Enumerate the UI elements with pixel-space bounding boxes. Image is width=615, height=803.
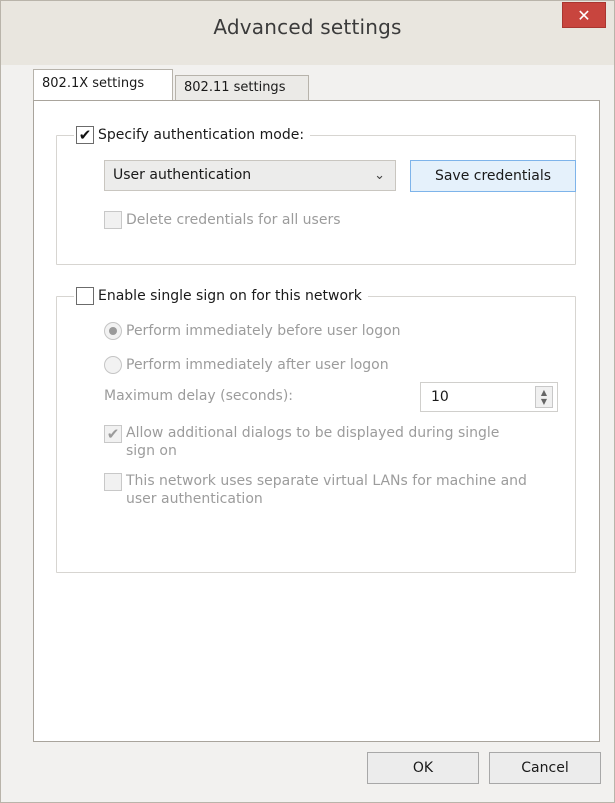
separate-vlans-row: This network uses separate virtual LANs … <box>104 472 544 508</box>
enable-sso-row[interactable]: Enable single sign on for this network <box>74 284 368 308</box>
save-credentials-button[interactable]: Save credentials <box>410 160 576 192</box>
before-logon-radio <box>104 322 122 340</box>
authentication-group <box>56 135 576 265</box>
allow-dialogs-label: Allow additional dialogs to be displayed… <box>126 425 500 459</box>
advanced-settings-dialog: Advanced settings ✕ 802.1X settings 802.… <box>0 0 615 803</box>
check-icon: ✔ <box>106 424 120 443</box>
tab-panel: ✔ Specify authentication mode: User auth… <box>33 100 600 742</box>
allow-dialogs-checkbox: ✔ <box>104 425 122 443</box>
before-logon-label: Perform immediately before user logon <box>126 323 401 339</box>
allow-dialogs-row: ✔ Allow additional dialogs to be display… <box>104 424 524 460</box>
enable-sso-label: Enable single sign on for this network <box>98 288 362 304</box>
specify-auth-mode-label: Specify authentication mode: <box>98 127 305 143</box>
after-logon-label: Perform immediately after user logon <box>126 357 389 373</box>
specify-auth-mode-checkbox[interactable]: ✔ <box>76 126 94 144</box>
delete-credentials-label: Delete credentials for all users <box>126 212 341 228</box>
specify-auth-mode-row[interactable]: ✔ Specify authentication mode: <box>74 123 311 147</box>
spinner-arrows-icon: ▲ ▼ <box>535 386 553 408</box>
auth-mode-value: User authentication <box>113 167 252 183</box>
separate-vlans-checkbox <box>104 473 122 491</box>
delete-credentials-row: Delete credentials for all users <box>104 211 341 229</box>
check-icon: ✔ <box>78 125 92 144</box>
max-delay-label-row: Maximum delay (seconds): <box>104 388 293 404</box>
max-delay-value: 10 <box>431 389 449 405</box>
close-button[interactable]: ✕ <box>562 2 606 28</box>
cancel-button[interactable]: Cancel <box>489 752 601 784</box>
tab-802-1x-settings[interactable]: 802.1X settings <box>33 69 173 100</box>
separate-vlans-label: This network uses separate virtual LANs … <box>126 473 527 507</box>
enable-sso-checkbox[interactable] <box>76 287 94 305</box>
auth-mode-select[interactable]: User authentication ⌄ <box>104 160 396 191</box>
max-delay-label: Maximum delay (seconds): <box>104 388 293 404</box>
ok-button[interactable]: OK <box>367 752 479 784</box>
title-bar[interactable]: Advanced settings ✕ <box>1 1 614 65</box>
after-logon-radio <box>104 356 122 374</box>
delete-credentials-checkbox <box>104 211 122 229</box>
after-logon-row: Perform immediately after user logon <box>104 356 389 374</box>
chevron-down-icon: ⌄ <box>374 168 385 183</box>
tab-802-11-settings[interactable]: 802.11 settings <box>175 75 309 102</box>
before-logon-row: Perform immediately before user logon <box>104 322 401 340</box>
window-title: Advanced settings <box>213 15 402 39</box>
close-icon: ✕ <box>577 5 591 25</box>
max-delay-spinner: 10 ▲ ▼ <box>420 382 558 412</box>
